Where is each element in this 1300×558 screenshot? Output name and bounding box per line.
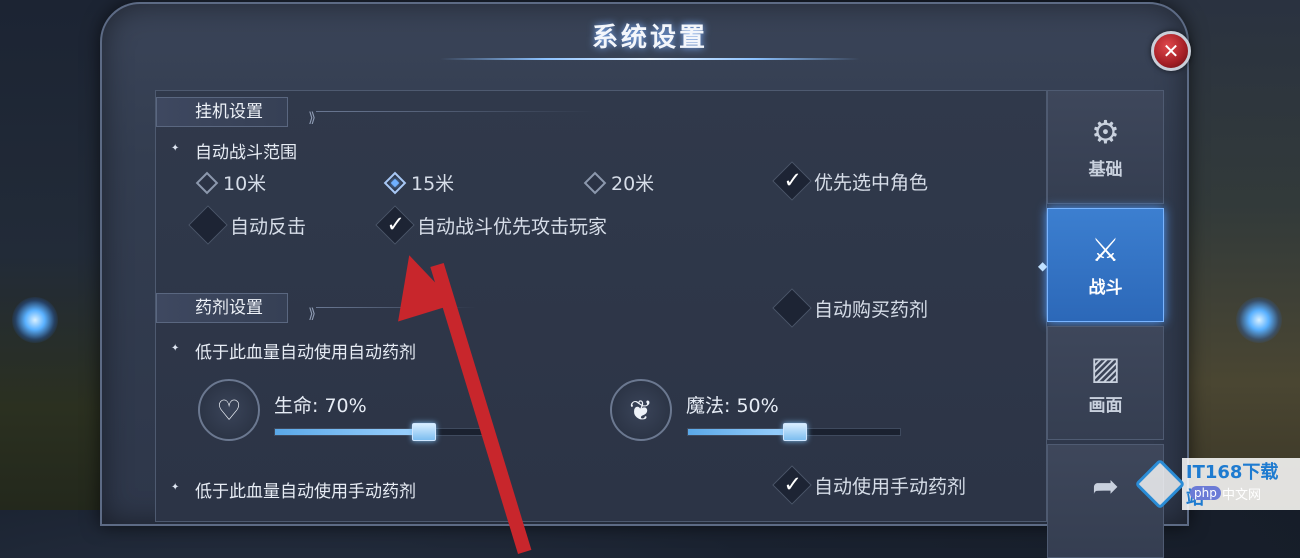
hp-slider-track[interactable] xyxy=(274,423,488,441)
tab-graphics[interactable]: ▨ 画面 xyxy=(1047,326,1164,440)
watermark-php-badge: php xyxy=(1190,486,1221,500)
tab-label: 战斗 xyxy=(1088,278,1123,298)
range-option-20[interactable]: 20米 xyxy=(583,169,655,196)
manual-potion-threshold-label: 低于此血量自动使用手动药剂 xyxy=(171,477,416,502)
mp-label: 魔法: 50% xyxy=(686,395,779,417)
section-tag-afk: 挂机设置 ⟩⟩ xyxy=(156,97,316,127)
checkbox-diamond: ✓ xyxy=(375,205,415,245)
hp-label: 生命: 70% xyxy=(274,395,367,417)
radio-diamond-selected-icon xyxy=(383,171,407,194)
checkmark-icon: ✓ xyxy=(783,168,802,194)
lotus-icon: ❦ xyxy=(610,379,672,441)
auto-counter-label: 自动反击 xyxy=(230,215,307,238)
watermark-logo: IT168下载站 xyxy=(1134,458,1300,510)
checkbox-diamond xyxy=(772,288,812,328)
active-pointer-icon: ◆ xyxy=(1038,259,1048,273)
sword-shield-icon: ⚔ xyxy=(1091,231,1120,269)
tab-label: 画面 xyxy=(1088,396,1123,416)
picture-icon: ▨ xyxy=(1090,349,1121,387)
range-option-10[interactable]: 10米 xyxy=(195,169,267,196)
mp-slider-fill xyxy=(688,429,794,435)
tab-label: 基础 xyxy=(1088,160,1123,180)
range-option-label: 15米 xyxy=(411,173,455,195)
auto-manual-potion-label: 自动使用手动药剂 xyxy=(814,475,967,498)
heart-icon: ♡ xyxy=(198,379,260,441)
auto-counter-toggle[interactable]: 自动反击 xyxy=(188,205,307,245)
checkbox-diamond: ✓ xyxy=(772,161,812,201)
radio-diamond-icon xyxy=(195,171,219,194)
mp-slider-handle[interactable] xyxy=(783,423,807,441)
watermark-cn-text: 中文网 xyxy=(1222,488,1262,503)
auto-buy-potion-label: 自动购买药剂 xyxy=(814,298,929,321)
hp-slider-handle[interactable] xyxy=(412,423,437,441)
left-orb-ornament xyxy=(12,297,58,343)
prefer-selected-role-toggle[interactable]: ✓ 优先选中角色 xyxy=(772,161,929,201)
chevron-ornament-icon: ⟩⟩ xyxy=(308,306,316,322)
radio-diamond-icon xyxy=(583,171,607,194)
range-label: 自动战斗范围 xyxy=(171,138,297,163)
watermark-mark-icon xyxy=(1134,458,1186,510)
range-option-label: 20米 xyxy=(611,173,655,195)
auto-potion-threshold-label: 低于此血量自动使用自动药剂 xyxy=(171,338,416,363)
right-orb-ornament xyxy=(1236,297,1282,343)
checkmark-icon: ✓ xyxy=(386,212,405,238)
range-option-15[interactable]: 15米 xyxy=(383,169,455,196)
auto-manual-potion-toggle[interactable]: ✓ 自动使用手动药剂 xyxy=(772,465,967,505)
prefer-selected-role-label: 优先选中角色 xyxy=(814,171,929,194)
checkbox-diamond: ✓ xyxy=(772,465,812,505)
checkbox-diamond xyxy=(188,205,228,245)
section-divider xyxy=(316,111,596,112)
attack-players-first-label: 自动战斗优先攻击玩家 xyxy=(417,215,608,238)
section-title-afk: 挂机设置 xyxy=(195,102,263,122)
close-button[interactable]: ✕ xyxy=(1151,31,1191,71)
chevron-ornament-icon: ⟩⟩ xyxy=(308,110,316,126)
hp-slider-fill xyxy=(275,429,424,435)
section-tag-potion: 药剂设置 ⟩⟩ xyxy=(156,293,316,323)
attack-players-first-toggle[interactable]: ✓ 自动战斗优先攻击玩家 xyxy=(375,205,608,245)
tab-combat[interactable]: ◆ ⚔ 战斗 xyxy=(1038,208,1164,322)
title-glow-line xyxy=(440,58,860,60)
section-title-potion: 药剂设置 xyxy=(195,298,263,318)
mp-slider-track[interactable] xyxy=(687,423,901,441)
tab-basic[interactable]: ⚙ 基础 xyxy=(1047,90,1164,204)
settings-content-panel: 挂机设置 ⟩⟩ 自动战斗范围 10米 15米 20米 ✓ 优先选中角色 自动反击… xyxy=(155,90,1047,522)
gear-icon: ⚙ xyxy=(1091,113,1120,151)
checkmark-icon: ✓ xyxy=(783,472,802,498)
range-option-label: 10米 xyxy=(223,173,267,195)
auto-buy-potion-toggle[interactable]: 自动购买药剂 xyxy=(772,288,929,328)
